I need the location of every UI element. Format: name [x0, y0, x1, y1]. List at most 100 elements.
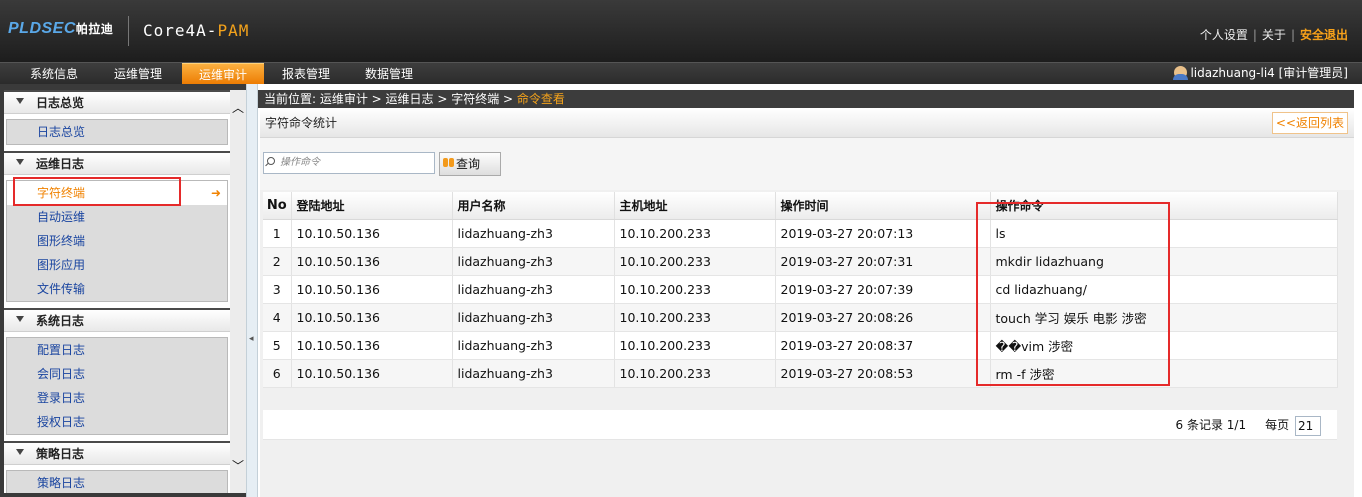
cell-operation-time: 2019-03-27 20:07:39	[775, 275, 991, 304]
cell-no: 4	[263, 303, 292, 332]
cell-username: lidazhuang-zh3	[452, 331, 615, 360]
tab-ops-audit[interactable]: 运维审计	[182, 63, 264, 85]
sidebar-item-graphic-terminal[interactable]: 图形终端	[7, 229, 227, 253]
cell-host-address: 10.10.200.233	[614, 303, 776, 332]
col-header-command[interactable]: 操作命令	[990, 192, 1338, 220]
cell-operation-time: 2019-03-27 20:07:13	[775, 219, 991, 248]
collapse-triangle-icon	[16, 316, 24, 322]
tab-system-info[interactable]: 系统信息	[13, 63, 95, 85]
sidebar-item-file-transfer[interactable]: 文件传输	[7, 277, 227, 301]
logo-text: PLDSEC	[8, 20, 76, 37]
col-header-username[interactable]: 用户名称	[452, 192, 615, 220]
cell-host-address: 10.10.200.233	[614, 219, 776, 248]
cell-username: lidazhuang-zh3	[452, 275, 615, 304]
cell-command: ls	[990, 219, 1338, 248]
logo: PLDSEC帕拉迪	[0, 0, 128, 62]
cell-no: 5	[263, 331, 292, 360]
cell-login-address: 10.10.50.136	[291, 247, 453, 276]
arrow-right-icon: ➜	[210, 186, 221, 200]
user-icon	[1173, 66, 1189, 80]
cell-host-address: 10.10.200.233	[614, 359, 776, 388]
sidebar-item-log-overview[interactable]: 日志总览	[7, 120, 227, 144]
col-header-login-address[interactable]: 登陆地址	[291, 192, 453, 220]
sidebar-item-session-log[interactable]: 会同日志	[7, 362, 227, 386]
cell-no: 2	[263, 247, 292, 276]
scroll-up-icon[interactable]: ︿	[230, 100, 246, 116]
per-page-label: 每页	[1265, 418, 1290, 432]
section-log-overview[interactable]: 日志总览	[4, 90, 230, 114]
col-header-operation-time[interactable]: 操作时间	[775, 192, 991, 220]
binoculars-icon	[443, 158, 455, 169]
table-row[interactable]: 6 10.10.50.136 lidazhuang-zh3 10.10.200.233…	[263, 359, 1338, 388]
sidebar-item-auto-ops[interactable]: 自动运维	[7, 205, 227, 229]
sidebar-item-auth-log[interactable]: 授权日志	[7, 410, 227, 434]
sidebar-item-login-log[interactable]: 登录日志	[7, 386, 227, 410]
cell-host-address: 10.10.200.233	[614, 275, 776, 304]
cell-host-address: 10.10.200.233	[614, 331, 776, 360]
table-row[interactable]: 2 10.10.50.136 lidazhuang-zh3 10.10.200.233…	[263, 247, 1338, 276]
col-header-no[interactable]: No	[263, 192, 292, 220]
section-ops-log[interactable]: 运维日志	[4, 151, 230, 175]
table-header-row: No 登陆地址 用户名称 主机地址 操作时间 操作命令	[263, 192, 1338, 220]
tab-report-management[interactable]: 报表管理	[265, 63, 347, 85]
main-nav: 系统信息 运维管理 运维审计 报表管理 数据管理 lidazhuang-li4 …	[0, 62, 1362, 85]
sidebar-item-policy-log[interactable]: 策略日志	[7, 471, 227, 493]
tab-data-management[interactable]: 数据管理	[348, 63, 430, 85]
top-links: 个人设置 | 关于 | 安全退出	[1199, 28, 1348, 42]
scroll-down-icon[interactable]: ﹀	[230, 458, 246, 474]
collapse-triangle-icon	[16, 98, 24, 104]
command-table: No 登陆地址 用户名称 主机地址 操作时间 操作命令 1 10.10.50.13…	[263, 192, 1338, 388]
collapse-triangle-icon	[16, 159, 24, 165]
about-link[interactable]: 关于	[1262, 28, 1286, 42]
command-stats-panel: 字符命令统计 <<返回列表 操作命令 查询 No 登陆地址 用户名称 主机地址	[260, 108, 1354, 497]
table-row[interactable]: 5 10.10.50.136 lidazhuang-zh3 10.10.200.233…	[263, 331, 1338, 360]
cell-login-address: 10.10.50.136	[291, 219, 453, 248]
cell-no: 1	[263, 219, 292, 248]
col-header-host-address[interactable]: 主机地址	[614, 192, 776, 220]
tab-ops-management[interactable]: 运维管理	[97, 63, 179, 85]
collapse-triangle-icon	[16, 449, 24, 455]
cell-host-address: 10.10.200.233	[614, 247, 776, 276]
cell-login-address: 10.10.50.136	[291, 359, 453, 388]
cell-username: lidazhuang-zh3	[452, 359, 615, 388]
main-content: 当前位置: 运维审计 > 运维日志 > 字符终端 > 命令查看 字符命令统计 <…	[258, 84, 1362, 497]
table-row[interactable]: 1 10.10.50.136 lidazhuang-zh3 10.10.200.233…	[263, 219, 1338, 248]
cell-operation-time: 2019-03-27 20:08:53	[775, 359, 991, 388]
cell-login-address: 10.10.50.136	[291, 331, 453, 360]
breadcrumb: 当前位置: 运维审计 > 运维日志 > 字符终端 > 命令查看	[258, 90, 1354, 108]
cell-username: lidazhuang-zh3	[452, 303, 615, 332]
section-system-log[interactable]: 系统日志	[4, 308, 230, 332]
current-user: lidazhuang-li4 [审计管理员]	[1173, 63, 1348, 85]
table-row[interactable]: 3 10.10.50.136 lidazhuang-zh3 10.10.200.233…	[263, 275, 1338, 304]
per-page-input[interactable]: 21	[1295, 415, 1321, 436]
product-name: Core4A-PAM	[143, 21, 250, 40]
sidebar-item-graphic-app[interactable]: 图形应用	[7, 253, 227, 277]
sidebar-splitter[interactable]: ◂	[246, 84, 258, 497]
cell-no: 6	[263, 359, 292, 388]
sidebar-scrollbar[interactable]: ︿ ﹀	[230, 90, 246, 493]
cell-login-address: 10.10.50.136	[291, 275, 453, 304]
panel-title: 字符命令统计 <<返回列表	[260, 108, 1354, 138]
collapse-handle-icon[interactable]: ◂	[249, 334, 254, 344]
record-summary: 6 条记录 1/1	[1175, 418, 1247, 432]
personal-settings-link[interactable]: 个人设置	[1200, 28, 1248, 42]
table-row[interactable]: 4 10.10.50.136 lidazhuang-zh3 10.10.200.233…	[263, 303, 1338, 332]
cell-operation-time: 2019-03-27 20:07:31	[775, 247, 991, 276]
sidebar: 日志总览 日志总览 运维日志 字符终端 ➜ 自动运维 图形终端 图形应用 文件传输…	[0, 84, 246, 497]
cell-username: lidazhuang-zh3	[452, 247, 615, 276]
cell-operation-time: 2019-03-27 20:08:26	[775, 303, 991, 332]
sidebar-item-char-terminal[interactable]: 字符终端 ➜	[7, 181, 227, 205]
logout-link[interactable]: 安全退出	[1300, 28, 1348, 42]
cell-operation-time: 2019-03-27 20:08:37	[775, 331, 991, 360]
search-icon	[267, 157, 275, 165]
cell-login-address: 10.10.50.136	[291, 303, 453, 332]
cell-command: rm -f 涉密	[990, 359, 1338, 388]
sidebar-item-config-log[interactable]: 配置日志	[7, 338, 227, 362]
command-search-input[interactable]: 操作命令	[263, 152, 435, 174]
search-bar: 操作命令 查询	[260, 138, 1354, 190]
section-policy-log[interactable]: 策略日志	[4, 441, 230, 465]
cell-no: 3	[263, 275, 292, 304]
top-header: PLDSEC帕拉迪 Core4A-PAM 个人设置 | 关于 | 安全退出	[0, 0, 1362, 62]
back-to-list-button[interactable]: <<返回列表	[1271, 112, 1348, 134]
query-button[interactable]: 查询	[439, 152, 501, 176]
